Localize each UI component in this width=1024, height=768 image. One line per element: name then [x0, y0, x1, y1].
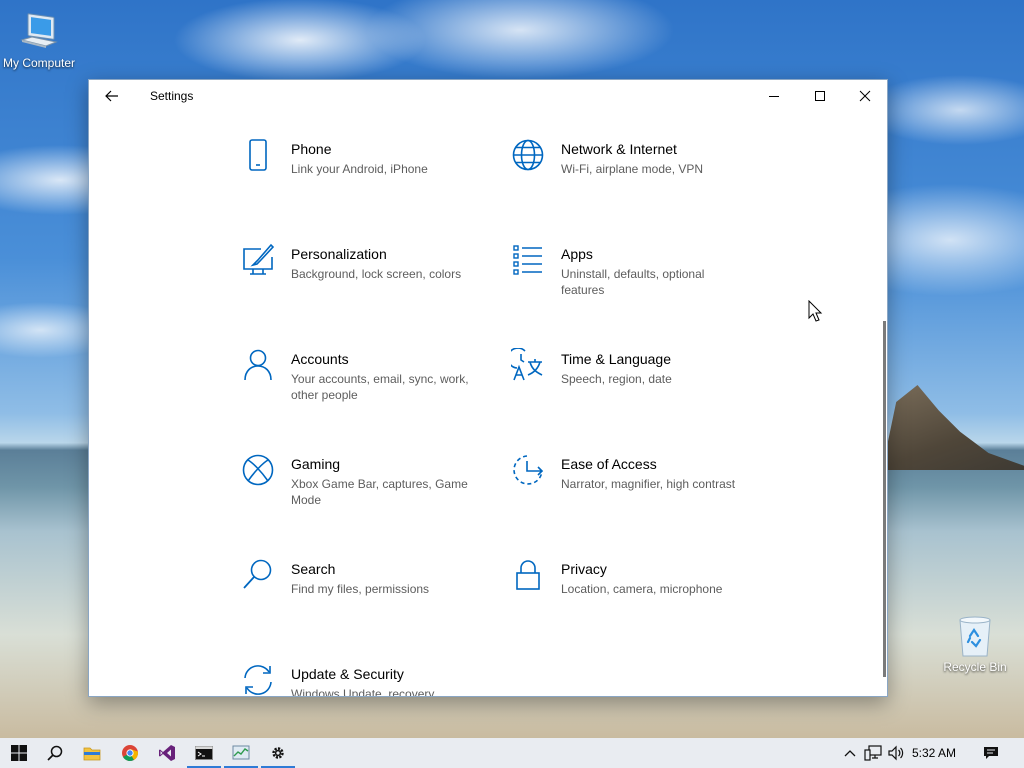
back-button[interactable] [99, 84, 125, 108]
settings-item-desc: Speech, region, date [561, 372, 672, 386]
scrollbar-thumb[interactable] [883, 321, 886, 677]
settings-item-desc: Uninstall, defaults, optional features [561, 267, 705, 297]
settings-item-privacy[interactable]: Privacy Location, camera, microphone [511, 558, 751, 638]
settings-item-time-language[interactable]: Time & Language Speech, region, date [511, 348, 751, 428]
taskbar: 5:32 AM [0, 738, 1024, 768]
taskbar-command-prompt[interactable] [185, 738, 223, 768]
start-button[interactable] [0, 738, 38, 768]
maximize-icon [815, 91, 825, 101]
search-icon [47, 745, 63, 761]
globe-icon [512, 139, 544, 171]
settings-item-desc: Background, lock screen, colors [291, 267, 462, 281]
show-hidden-icons-button[interactable] [839, 738, 861, 768]
chrome-icon [122, 745, 139, 761]
taskbar-clock[interactable]: 5:32 AM [912, 746, 956, 760]
desktop-icon-label: Recycle Bin [943, 660, 1007, 674]
settings-item-apps[interactable]: Apps Uninstall, defaults, optional featu… [511, 243, 751, 323]
settings-item-network[interactable]: Network & Internet Wi-Fi, airplane mode,… [511, 138, 751, 218]
headland-rock [882, 385, 1024, 470]
network-status-button[interactable] [862, 738, 884, 768]
search-icon [243, 559, 272, 589]
back-arrow-icon [105, 90, 118, 102]
taskbar-chrome[interactable] [111, 738, 149, 768]
settings-item-name: Time & Language [561, 351, 671, 367]
settings-item-desc: Link your Android, iPhone [291, 162, 428, 176]
minimize-button[interactable] [751, 80, 797, 112]
taskbar-visual-studio[interactable] [148, 738, 186, 768]
settings-item-desc: Windows Update, recovery [291, 687, 435, 697]
settings-item-name: Privacy [561, 561, 607, 577]
mouse-cursor-icon [808, 300, 823, 322]
time-language-icon [511, 348, 543, 381]
desktop-icon-my-computer[interactable]: My Computer [0, 10, 79, 70]
apps-list-icon [513, 245, 542, 275]
person-icon [244, 349, 272, 381]
taskbar-search-button[interactable] [36, 738, 74, 768]
settings-item-name: Gaming [291, 456, 341, 472]
desktop-icon-label: My Computer [2, 56, 76, 70]
sync-icon [244, 665, 272, 695]
lock-icon [516, 560, 540, 590]
settings-item-desc: Find my files, permissions [291, 582, 430, 596]
phone-icon [249, 139, 267, 171]
settings-item-phone[interactable]: Phone Link your Android, iPhone [241, 138, 481, 218]
settings-item-name: Phone [291, 141, 332, 157]
ease-of-access-icon [513, 455, 544, 485]
settings-grid: Phone Link your Android, iPhone Network … [89, 112, 887, 697]
settings-item-desc: Your accounts, email, sync, work, other … [291, 372, 469, 402]
action-center-button[interactable] [980, 738, 1002, 768]
gear-icon [272, 747, 284, 759]
settings-item-personalization[interactable]: Personalization Background, lock screen,… [241, 243, 481, 323]
volume-button[interactable] [885, 738, 907, 768]
close-icon [859, 90, 871, 102]
taskbar-file-explorer[interactable] [73, 738, 111, 768]
task-manager-icon [232, 745, 250, 760]
settings-item-name: Apps [561, 246, 593, 262]
windows-logo-icon [11, 745, 27, 761]
settings-item-accounts[interactable]: Accounts Your accounts, email, sync, wor… [241, 348, 481, 428]
settings-item-name: Personalization [291, 246, 387, 262]
visual-studio-icon [159, 745, 175, 761]
computer-icon [20, 13, 58, 48]
settings-item-search[interactable]: Search Find my files, permissions [241, 558, 481, 638]
settings-item-desc: Wi-Fi, airplane mode, VPN [561, 162, 704, 176]
taskbar-task-manager[interactable] [222, 738, 260, 768]
maximize-button[interactable] [797, 80, 843, 112]
folder-icon [83, 747, 101, 761]
settings-item-desc: Location, camera, microphone [561, 582, 723, 596]
settings-item-name: Ease of Access [561, 456, 657, 472]
title-bar[interactable]: Settings [89, 80, 887, 112]
minimize-icon [769, 96, 779, 97]
terminal-icon [195, 746, 213, 760]
window-title: Settings [150, 89, 194, 103]
taskbar-settings[interactable] [259, 738, 297, 768]
recycle-bin-icon [959, 616, 991, 657]
settings-item-update-security[interactable]: Update & Security Windows Update, recove… [241, 663, 481, 697]
settings-item-desc: Narrator, magnifier, high contrast [561, 477, 736, 491]
notification-icon [984, 747, 998, 759]
paint-monitor-icon [243, 243, 275, 275]
settings-item-name: Update & Security [291, 666, 404, 682]
settings-item-desc: Xbox Game Bar, captures, Game Mode [291, 477, 468, 507]
chevron-up-icon [844, 750, 856, 757]
settings-window: Settings Phone Link your Android, iPhone [88, 79, 888, 697]
settings-item-ease-of-access[interactable]: Ease of Access Narrator, magnifier, high… [511, 453, 751, 533]
desktop-icon-recycle-bin[interactable]: Recycle Bin [935, 614, 1015, 674]
settings-item-name: Search [291, 561, 336, 577]
settings-item-name: Accounts [291, 351, 349, 367]
xbox-icon [242, 454, 274, 486]
network-icon [864, 745, 882, 761]
settings-item-name: Network & Internet [561, 141, 677, 157]
settings-item-gaming[interactable]: Gaming Xbox Game Bar, captures, Game Mod… [241, 453, 481, 533]
close-button[interactable] [842, 80, 887, 112]
speaker-icon [888, 745, 904, 761]
